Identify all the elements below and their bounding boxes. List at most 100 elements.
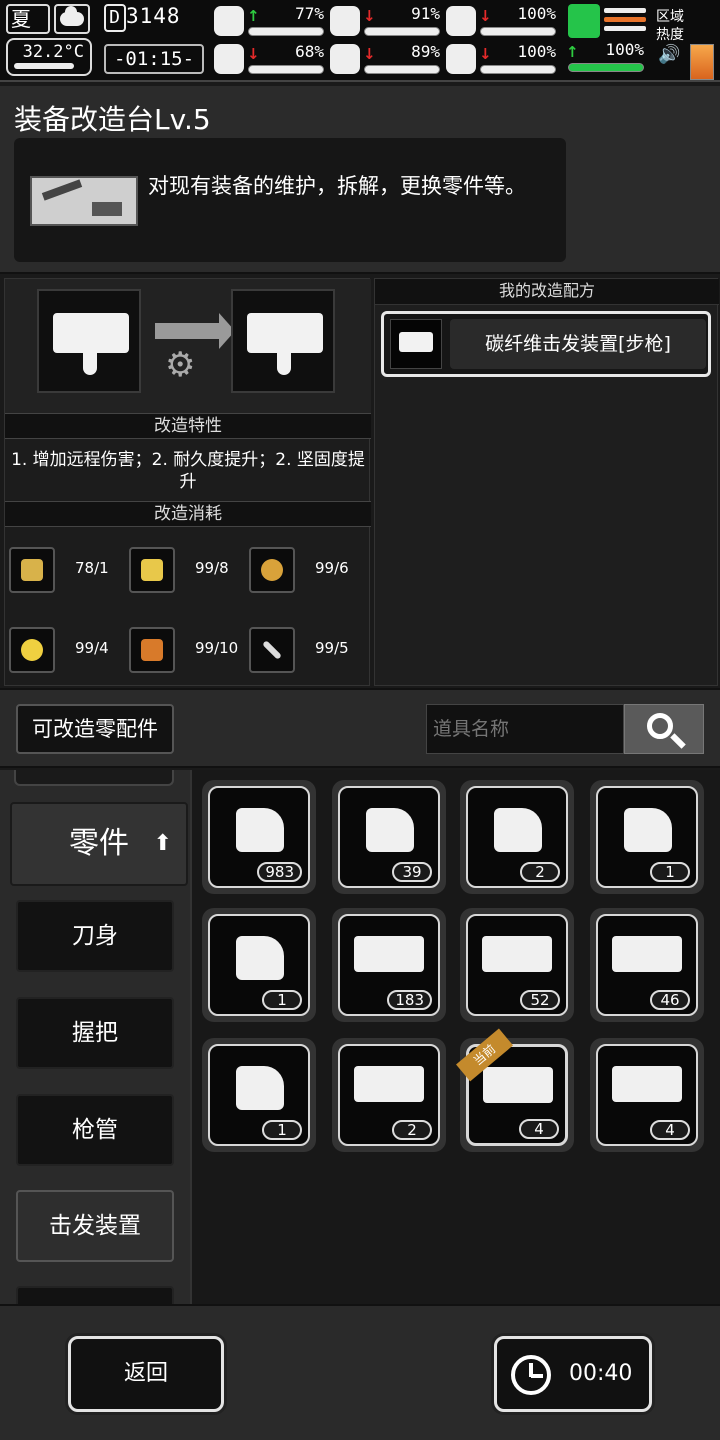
part-slot-current[interactable]: 4 当前 bbox=[456, 1028, 574, 1152]
arrow-up-icon: ⬆ bbox=[153, 831, 172, 856]
stomach-icon bbox=[330, 6, 360, 36]
features-text: 1. 增加远程伤害；2. 耐久度提升；2. 坚固度提升 bbox=[11, 450, 365, 492]
mood-stat: ↓ 100% bbox=[446, 42, 560, 78]
rifle-receiver-icon bbox=[612, 1066, 682, 1102]
trigger-group-icon bbox=[482, 936, 552, 972]
cost-item[interactable]: 78/1 bbox=[9, 545, 129, 595]
hunger-stat: ↓ 91% bbox=[330, 4, 444, 40]
category-blade[interactable]: 刀身 bbox=[16, 900, 174, 972]
timer-button[interactable]: 00:40 bbox=[494, 1336, 652, 1412]
arrow-down-icon: ↓ bbox=[247, 45, 260, 63]
recipe-label: 碳纤维击发装置[步枪] bbox=[450, 319, 706, 369]
category-item[interactable] bbox=[16, 1286, 174, 1304]
search-icon bbox=[647, 713, 673, 739]
speaker-icon[interactable]: 🔊 bbox=[658, 46, 680, 64]
trigger-group-icon bbox=[354, 1066, 424, 1102]
arrow-down-icon: ↓ bbox=[479, 7, 492, 25]
arrow-down-icon: ↓ bbox=[363, 7, 376, 25]
part-slot[interactable]: 46 bbox=[590, 908, 704, 1022]
cost-item[interactable]: 99/5 bbox=[249, 625, 369, 675]
part-slot[interactable]: 2 bbox=[460, 780, 574, 894]
part-slot[interactable]: 2 bbox=[332, 1038, 446, 1152]
trigger-assembly-icon bbox=[483, 1067, 553, 1103]
part-slot[interactable]: 983 bbox=[202, 780, 316, 894]
bladder-icon bbox=[446, 6, 476, 36]
arrow-right-icon bbox=[155, 313, 235, 349]
page-title: 装备改造台Lv.5 bbox=[14, 103, 211, 136]
result-part-slot[interactable] bbox=[231, 289, 335, 393]
part-slot[interactable]: 1 bbox=[202, 1038, 316, 1152]
spool-icon bbox=[261, 559, 283, 581]
cost-heading: 改造消耗 bbox=[5, 501, 371, 527]
sanity-stat: ↓ 68% bbox=[214, 42, 328, 78]
trigger-assembly-icon bbox=[247, 313, 323, 375]
syringe-tool-icon bbox=[262, 640, 282, 660]
heat-meter bbox=[690, 44, 714, 80]
part-slot[interactable]: 183 bbox=[332, 908, 446, 1022]
region-heat: 区域 热度 🔊 bbox=[656, 8, 716, 80]
sear-icon bbox=[624, 808, 672, 852]
category-item[interactable] bbox=[14, 770, 174, 786]
oil-bottle-icon bbox=[141, 639, 163, 661]
arrow-down-icon: ↓ bbox=[479, 45, 492, 63]
day-counter: D 3148 bbox=[104, 4, 204, 36]
thirst-stat: ↓ 89% bbox=[330, 42, 444, 78]
search-button[interactable] bbox=[624, 704, 704, 754]
part-slot[interactable]: 39 bbox=[332, 780, 446, 894]
thermometer-icon bbox=[14, 63, 74, 69]
game-clock: -01:15- bbox=[104, 44, 204, 74]
trigger-icon bbox=[366, 808, 414, 852]
stamina-indicator: ↑ 100% bbox=[566, 4, 648, 76]
bottom-bar: 返回 00:40 bbox=[0, 1304, 720, 1440]
recipe-item[interactable]: 碳纤维击发装置[步枪] bbox=[381, 311, 711, 377]
season-indicator: 夏 bbox=[6, 4, 50, 34]
parts-grid: 983 39 2 1 1 183 52 46 1 2 4 当前 4 bbox=[190, 770, 720, 1304]
modifiable-parts-button[interactable]: 可改造零配件 bbox=[16, 704, 174, 754]
hammer-icon bbox=[236, 936, 284, 980]
cost-item[interactable]: 99/4 bbox=[9, 625, 129, 675]
heart-icon bbox=[446, 44, 476, 74]
recipes-heading: 我的改造配方 bbox=[375, 279, 719, 305]
back-button[interactable]: 返回 bbox=[68, 1336, 224, 1412]
part-slot[interactable]: 1 bbox=[590, 780, 704, 894]
hammer-icon bbox=[236, 1066, 284, 1110]
cloud-icon bbox=[54, 4, 90, 34]
search-input[interactable] bbox=[426, 704, 624, 754]
cost-item[interactable]: 99/6 bbox=[249, 545, 369, 595]
cost-item[interactable]: 99/8 bbox=[129, 545, 249, 595]
part-slot[interactable]: 1 bbox=[202, 908, 316, 1022]
category-firing-mechanism[interactable]: 击发装置 bbox=[16, 1190, 174, 1262]
workbench-image bbox=[30, 176, 138, 226]
category-grip[interactable]: 握把 bbox=[16, 997, 174, 1069]
description-text: 对现有装备的维护，拆解，更换零件等。 bbox=[148, 174, 526, 198]
health-stat: ↑ 77% bbox=[214, 4, 328, 40]
water-drop-icon bbox=[330, 44, 360, 74]
trigger-assembly-icon bbox=[390, 319, 442, 369]
arrow-up-icon: ↑ bbox=[566, 43, 579, 61]
boot-icon bbox=[568, 4, 600, 38]
trigger-assembly-icon bbox=[53, 313, 129, 375]
description-box: 对现有装备的维护，拆解，更换零件等。 bbox=[14, 138, 566, 262]
status-bar: 夏 32.2°C D 3148 -01:15- ↑ 77% ↓ 91% ↓ 100… bbox=[0, 0, 720, 82]
gear-icon: ⚙ bbox=[165, 345, 196, 385]
bladder-stat: ↓ 100% bbox=[446, 4, 560, 40]
trigger-group-icon bbox=[354, 936, 424, 972]
part-slot[interactable]: 4 bbox=[590, 1038, 704, 1152]
arrow-up-icon: ↑ bbox=[247, 7, 260, 25]
category-barrel[interactable]: 枪管 bbox=[16, 1094, 174, 1166]
cost-item[interactable]: 99/10 bbox=[129, 625, 249, 675]
clock-icon bbox=[511, 1355, 551, 1395]
source-part-slot[interactable] bbox=[37, 289, 141, 393]
flask-icon bbox=[21, 639, 43, 661]
part-slot[interactable]: 52 bbox=[460, 908, 574, 1022]
trigger-assembly-icon bbox=[612, 936, 682, 972]
brain-icon bbox=[214, 44, 244, 74]
medkit-icon bbox=[214, 6, 244, 36]
category-parts[interactable]: 零件 ⬆ bbox=[10, 802, 188, 886]
wire-cutter-icon bbox=[21, 559, 43, 581]
arrow-down-icon: ↓ bbox=[363, 45, 376, 63]
modify-preview: ⚙ bbox=[5, 279, 371, 413]
features-heading: 改造特性 bbox=[5, 413, 371, 439]
parts-toolbar: 可改造零配件 bbox=[0, 688, 720, 768]
modify-panel: ⚙ 改造特性 1. 增加远程伤害；2. 耐久度提升；2. 坚固度提升 改造消耗 … bbox=[4, 278, 371, 686]
